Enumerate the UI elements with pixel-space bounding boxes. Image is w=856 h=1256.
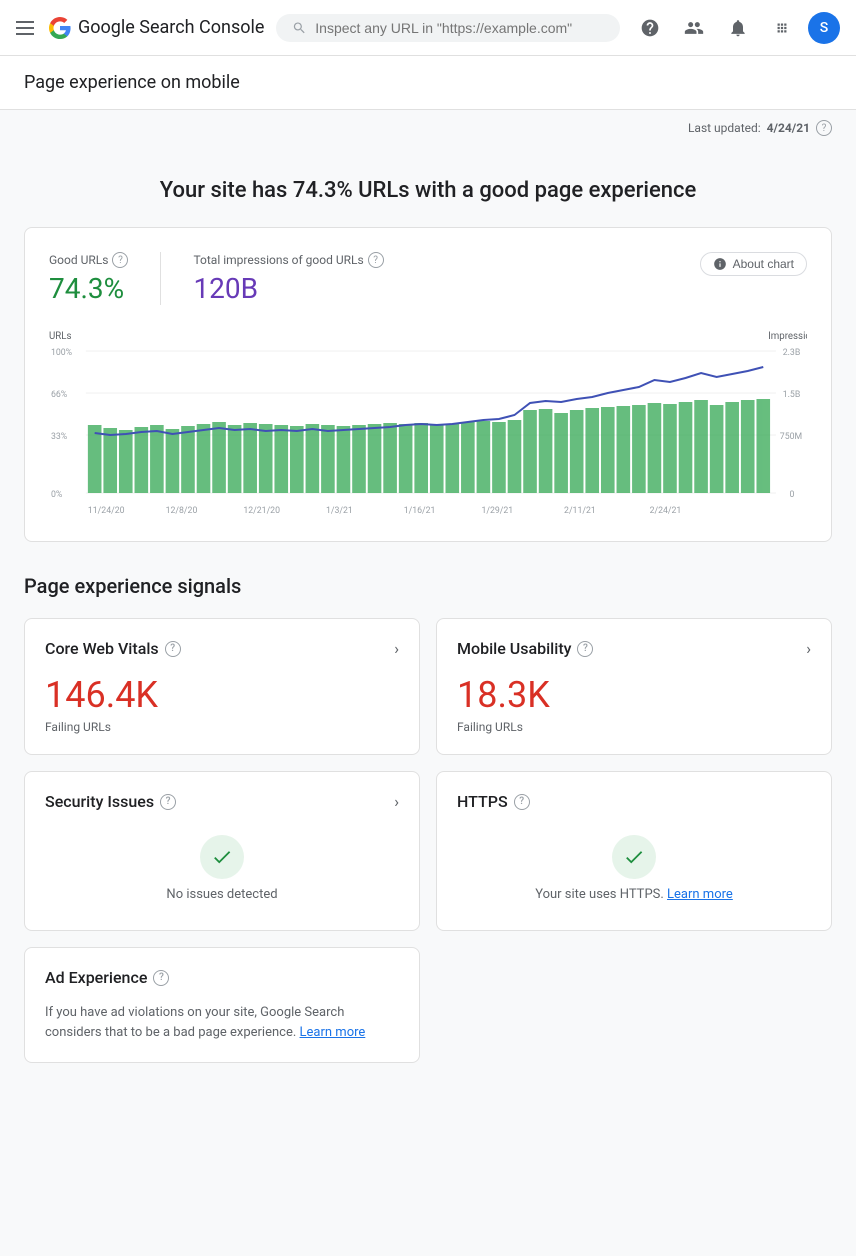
https-card: HTTPS ? Your site uses HTTPS. Learn more (436, 771, 832, 931)
security-issues-header: Security Issues ? › (45, 792, 399, 811)
svg-text:2/11/21: 2/11/21 (564, 506, 596, 516)
chart-svg: URLs 100% 66% 33% 0% Impressions 2.3B 1.… (49, 325, 807, 525)
svg-text:1.5B: 1.5B (783, 390, 801, 400)
chart-metrics: Good URLs ? 74.3% Total impressions of g… (49, 252, 807, 305)
svg-text:2.3B: 2.3B (783, 348, 801, 358)
chart-area: URLs 100% 66% 33% 0% Impressions 2.3B 1.… (49, 325, 807, 525)
ad-experience-card: Ad Experience ? If you have ad violation… (24, 947, 420, 1063)
last-updated-label: Last updated: (688, 121, 761, 135)
mobile-usability-arrow[interactable]: › (806, 639, 811, 658)
info-icon (713, 257, 727, 271)
svg-text:0%: 0% (51, 490, 63, 500)
https-learn-more-link[interactable]: Learn more (667, 887, 733, 902)
svg-text:12/8/20: 12/8/20 (166, 506, 198, 516)
impressions-metric: Total impressions of good URLs ? 120B (193, 252, 383, 305)
good-urls-value: 74.3% (49, 272, 128, 305)
https-ok-area: Your site uses HTTPS. Learn more (457, 827, 811, 910)
search-icon (292, 20, 307, 36)
ad-experience-description: If you have ad violations on your site, … (45, 1003, 399, 1042)
apps-grid-icon[interactable] (764, 10, 800, 46)
checkmark-icon (211, 846, 233, 868)
https-ok-text: Your site uses HTTPS. Learn more (535, 887, 733, 902)
hero-headline: Your site has 74.3% URLs with a good pag… (24, 178, 832, 203)
last-updated-date: 4/24/21 (767, 121, 810, 135)
good-urls-metric: Good URLs ? 74.3% (49, 252, 128, 305)
google-logo-icon (48, 16, 72, 40)
core-web-vitals-value: 146.4K (45, 674, 399, 716)
security-issues-help-icon[interactable]: ? (160, 794, 176, 810)
last-updated-bar: Last updated: 4/24/21 ? (0, 110, 856, 146)
people-icon[interactable] (676, 10, 712, 46)
chart-card: Good URLs ? 74.3% Total impressions of g… (24, 227, 832, 542)
last-updated-help-icon[interactable]: ? (816, 120, 832, 136)
svg-text:Impressions: Impressions (768, 331, 807, 342)
mobile-usability-help-icon[interactable]: ? (577, 641, 593, 657)
ad-experience-title: Ad Experience ? (45, 968, 169, 987)
svg-text:11/24/20: 11/24/20 (88, 506, 125, 516)
svg-text:1/3/21: 1/3/21 (326, 506, 353, 516)
core-web-vitals-card: Core Web Vitals ? › 146.4K Failing URLs (24, 618, 420, 755)
header-actions: S (632, 10, 840, 46)
impressions-value: 120B (193, 272, 383, 305)
svg-text:1/29/21: 1/29/21 (481, 506, 513, 516)
security-issues-card: Security Issues ? › No issues detected (24, 771, 420, 931)
ad-experience-learn-more-link[interactable]: Learn more (300, 1025, 366, 1040)
https-header: HTTPS ? (457, 792, 811, 811)
svg-text:100%: 100% (51, 348, 73, 358)
mobile-usability-card: Mobile Usability ? › 18.3K Failing URLs (436, 618, 832, 755)
impressions-help-icon[interactable]: ? (368, 252, 384, 268)
https-checkmark-icon (623, 846, 645, 868)
notifications-icon[interactable] (720, 10, 756, 46)
mobile-usability-header: Mobile Usability ? › (457, 639, 811, 658)
security-issues-ok-area: No issues detected (45, 827, 399, 910)
url-search-bar[interactable] (276, 14, 620, 42)
core-web-vitals-subtitle: Failing URLs (45, 720, 399, 734)
main-content: Your site has 74.3% URLs with a good pag… (0, 146, 856, 1103)
ad-experience-row: Ad Experience ? If you have ad violation… (24, 947, 832, 1063)
https-help-icon[interactable]: ? (514, 794, 530, 810)
help-icon[interactable] (632, 10, 668, 46)
svg-text:2/24/21: 2/24/21 (650, 506, 682, 516)
core-web-vitals-help-icon[interactable]: ? (165, 641, 181, 657)
security-issues-check-circle (200, 835, 244, 879)
security-issues-title: Security Issues ? (45, 792, 176, 811)
core-web-vitals-arrow[interactable]: › (394, 639, 399, 658)
signals-title: Page experience signals (24, 574, 832, 598)
svg-text:0: 0 (790, 490, 795, 500)
svg-text:750M: 750M (780, 432, 802, 442)
svg-text:66%: 66% (51, 390, 68, 400)
security-issues-ok-text: No issues detected (166, 887, 277, 902)
core-web-vitals-title: Core Web Vitals ? (45, 639, 181, 658)
svg-text:33%: 33% (51, 432, 68, 442)
svg-text:12/21/20: 12/21/20 (243, 506, 280, 516)
url-search-input[interactable] (315, 20, 604, 36)
page-title: Page experience on mobile (24, 72, 832, 93)
ad-experience-help-icon[interactable]: ? (153, 970, 169, 986)
mobile-usability-subtitle: Failing URLs (457, 720, 811, 734)
signals-grid: Core Web Vitals ? › 146.4K Failing URLs … (24, 618, 832, 931)
https-title: HTTPS ? (457, 792, 530, 811)
impressions-label: Total impressions of good URLs ? (193, 252, 383, 268)
security-issues-arrow[interactable]: › (394, 792, 399, 811)
app-logo: Google Search Console (48, 16, 264, 40)
ad-experience-header: Ad Experience ? (45, 968, 399, 987)
app-header: Google Search Console S (0, 0, 856, 56)
page-title-bar: Page experience on mobile (0, 56, 856, 110)
app-logo-text: Google Search Console (78, 17, 264, 38)
good-urls-help-icon[interactable]: ? (112, 252, 128, 268)
https-check-circle (612, 835, 656, 879)
good-urls-label: Good URLs ? (49, 252, 128, 268)
hero-section: Your site has 74.3% URLs with a good pag… (24, 146, 832, 227)
signals-section: Page experience signals Core Web Vitals … (24, 574, 832, 1063)
svg-text:1/16/21: 1/16/21 (404, 506, 436, 516)
metric-divider (160, 252, 161, 305)
avatar[interactable]: S (808, 12, 840, 44)
svg-text:URLs: URLs (49, 331, 72, 342)
mobile-usability-title: Mobile Usability ? (457, 639, 593, 658)
menu-icon[interactable] (16, 21, 36, 35)
about-chart-button[interactable]: About chart (700, 252, 807, 276)
core-web-vitals-header: Core Web Vitals ? › (45, 639, 399, 658)
mobile-usability-value: 18.3K (457, 674, 811, 716)
